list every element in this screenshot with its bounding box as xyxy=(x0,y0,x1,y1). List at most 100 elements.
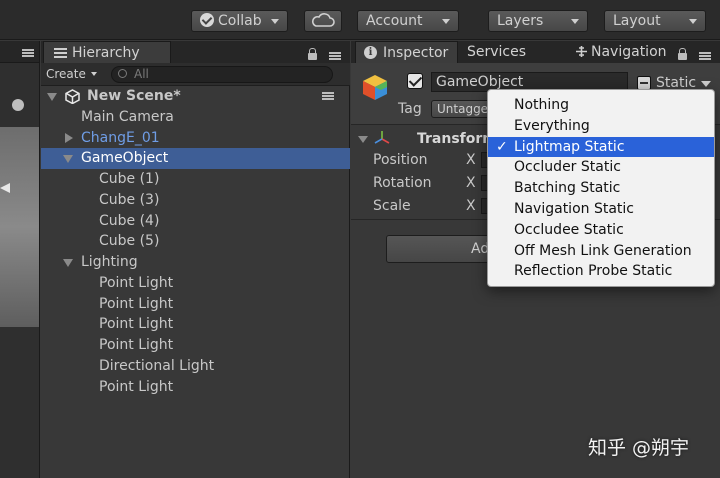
hierarchy-row[interactable]: Directional Light xyxy=(41,356,350,377)
cloud-button[interactable] xyxy=(304,10,342,32)
menu-item-label: Nothing xyxy=(514,97,570,113)
search-icon xyxy=(118,69,127,78)
collab-check-icon xyxy=(200,13,214,27)
menu-item-label: Batching Static xyxy=(514,180,621,197)
panel-menu-icon[interactable] xyxy=(699,52,711,60)
scale-label: Scale xyxy=(373,198,411,214)
hierarchy-row-label: Point Light xyxy=(99,295,174,312)
hierarchy-row[interactable]: Cube (3) xyxy=(41,190,350,211)
expand-down-icon[interactable] xyxy=(63,259,73,267)
hierarchy-row[interactable]: Point Light xyxy=(41,273,350,294)
expand-right-icon[interactable] xyxy=(65,132,73,143)
menu-item-label: Lightmap Static xyxy=(514,138,625,155)
light-toggle-icon[interactable] xyxy=(12,99,24,111)
tab-services[interactable]: Services xyxy=(467,41,526,63)
scale-x-label: X xyxy=(466,198,476,214)
menu-item-label: Reflection Probe Static xyxy=(514,263,673,280)
tab-inspector[interactable]: i Inspector xyxy=(355,41,458,63)
menu-item[interactable]: Occludee Static xyxy=(488,220,714,241)
menu-item-label: Everything xyxy=(514,117,590,134)
scene-tabbar xyxy=(0,41,39,63)
hierarchy-tree: New Scene* Main Camera ChangE_01 GameObject… xyxy=(41,86,350,397)
scene-viewport[interactable] xyxy=(0,127,39,327)
hierarchy-row[interactable]: New Scene* xyxy=(41,86,350,107)
tab-navigation[interactable]: Navigation xyxy=(576,41,667,63)
menu-item[interactable]: Nothing xyxy=(488,95,714,116)
hierarchy-row-label: GameObject xyxy=(81,150,169,167)
transform-icon xyxy=(374,131,390,144)
tab-hierarchy[interactable]: Hierarchy xyxy=(43,41,171,63)
account-dropdown[interactable]: Account xyxy=(357,10,459,32)
lock-icon[interactable] xyxy=(308,48,317,60)
unity-logo-icon xyxy=(65,89,80,104)
transform-title: Transform xyxy=(417,131,497,147)
create-dropdown[interactable]: Create xyxy=(46,66,97,83)
navigation-icon xyxy=(576,46,587,57)
menu-item[interactable]: Navigation Static xyxy=(488,199,714,220)
panel-menu-icon[interactable] xyxy=(329,52,341,60)
hierarchy-row[interactable]: ChangE_01 xyxy=(41,128,350,149)
position-x-label: X xyxy=(466,152,476,168)
menu-item-label: Occludee Static xyxy=(514,221,624,238)
foldout-icon[interactable] xyxy=(358,136,368,143)
hierarchy-panel: Hierarchy Create All New Scene* Main Came… xyxy=(41,41,350,478)
layers-label: Layers xyxy=(497,13,544,29)
menu-item[interactable]: Everything xyxy=(488,116,714,137)
hierarchy-row-label: Lighting xyxy=(81,254,138,270)
inspector-tabbar: i Inspector Services Navigation xyxy=(351,41,720,63)
static-checkbox[interactable] xyxy=(637,76,651,90)
scene-menu-icon[interactable] xyxy=(322,92,334,100)
layers-dropdown[interactable]: Layers xyxy=(488,10,588,32)
hierarchy-row[interactable]: Lighting xyxy=(41,252,350,273)
active-checkbox[interactable] xyxy=(407,73,423,89)
expand-down-icon[interactable] xyxy=(47,93,57,101)
checkmark-icon: ✓ xyxy=(496,138,508,155)
chevron-down-icon xyxy=(271,19,279,24)
chevron-down-icon xyxy=(689,19,697,24)
menu-item[interactable]: Batching Static xyxy=(488,178,714,199)
hierarchy-row-label: Point Light xyxy=(99,316,174,333)
lock-icon[interactable] xyxy=(678,48,687,60)
chevron-down-icon xyxy=(90,72,97,76)
menu-item[interactable]: Reflection Probe Static xyxy=(488,261,714,282)
create-label: Create xyxy=(46,67,86,81)
hierarchy-row-label: Point Light xyxy=(99,378,174,395)
collab-button[interactable]: Collab xyxy=(191,10,288,32)
hierarchy-row[interactable]: GameObject xyxy=(41,148,350,169)
search-input[interactable]: All xyxy=(111,66,333,83)
menu-item-label: Navigation Static xyxy=(514,200,634,217)
chevron-down-icon[interactable] xyxy=(701,81,711,87)
hierarchy-row-label: Main Camera xyxy=(81,108,174,125)
hierarchy-row-label: Cube (1) xyxy=(99,171,160,187)
account-label: Account xyxy=(366,13,423,29)
hierarchy-row[interactable]: Cube (1) xyxy=(41,169,350,190)
cube-icon xyxy=(363,75,387,100)
hierarchy-row[interactable]: Main Camera xyxy=(41,107,350,128)
tag-label: Tag xyxy=(398,101,422,117)
hierarchy-row[interactable]: Cube (4) xyxy=(41,211,350,232)
hierarchy-toolbar: Create All xyxy=(41,63,350,86)
hierarchy-row-label: Cube (3) xyxy=(99,191,160,208)
hierarchy-row-label: Point Light xyxy=(99,274,174,291)
hierarchy-row[interactable]: Point Light xyxy=(41,314,350,335)
tab-navigation-label: Navigation xyxy=(591,44,667,60)
hierarchy-row[interactable]: Point Light xyxy=(41,335,350,356)
hierarchy-row-label: New Scene* xyxy=(87,88,181,104)
position-label: Position xyxy=(373,152,428,168)
menu-item[interactable]: Occluder Static xyxy=(488,157,714,178)
scene-view-strip xyxy=(0,41,40,478)
search-placeholder: All xyxy=(134,67,149,81)
tab-inspector-label: Inspector xyxy=(383,45,449,61)
static-flags-menu: Nothing Everything ✓ Lightmap Static Occlude… xyxy=(487,89,715,287)
tab-services-label: Services xyxy=(467,44,527,60)
hierarchy-row[interactable]: Cube (5) xyxy=(41,231,350,252)
menu-item[interactable]: ✓ Lightmap Static xyxy=(488,136,714,158)
expand-down-icon[interactable] xyxy=(63,155,73,164)
menu-item[interactable]: Off Mesh Link Generation xyxy=(488,241,714,262)
hierarchy-row-label: ChangE_01 xyxy=(81,129,160,146)
layout-dropdown[interactable]: Layout xyxy=(604,10,706,32)
hierarchy-row[interactable]: Point Light xyxy=(41,294,350,315)
hierarchy-row[interactable]: Point Light xyxy=(41,377,350,398)
chevron-down-icon xyxy=(442,19,450,24)
panel-menu-icon[interactable] xyxy=(22,49,34,57)
